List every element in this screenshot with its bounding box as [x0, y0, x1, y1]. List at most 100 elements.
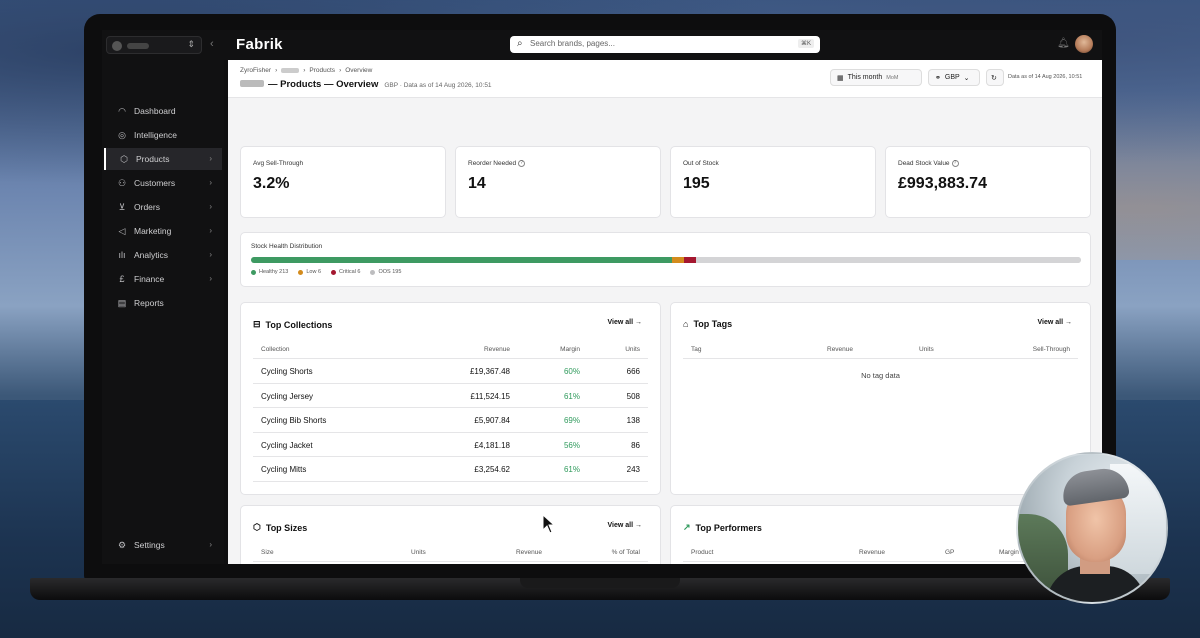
table-cell: 243 [626, 465, 640, 475]
table-cell: 60% [563, 367, 580, 376]
sidebar-item-label: Customers [134, 178, 176, 188]
top-collections-view-all[interactable]: View all → [608, 319, 643, 326]
table-row[interactable]: Black / M164£4,567.878% [253, 562, 648, 564]
topbar: ⇕ ‹ Fabrik ⌕ Search brands, pages... ⌘K … [102, 30, 1102, 60]
table-cell: Cycling Shorts [261, 367, 313, 376]
kpi-label: Reorder Needed? [468, 160, 526, 167]
collapse-sidebar-icon[interactable]: ‹ [210, 38, 214, 50]
tag-icon: ⌂ [683, 319, 689, 329]
kpi-value: 3.2% [253, 175, 290, 192]
chevron-right-icon: › [209, 154, 212, 163]
kpi-label: Out of Stock [683, 160, 719, 167]
box-icon: ⬡ [253, 522, 261, 532]
avatar[interactable] [1075, 35, 1093, 53]
legend-item: Healthy 213 [251, 269, 288, 275]
info-icon[interactable]: ? [951, 160, 959, 167]
breadcrumb-brand-blurred[interactable] [281, 68, 300, 73]
table-cell: 69% [563, 416, 580, 426]
table-cell: 666 [626, 367, 640, 376]
stock-health-segment [671, 257, 684, 263]
legend-item: Critical 6 [331, 269, 360, 275]
calendar-icon: ▦ [837, 74, 844, 82]
sidebar-item-analytics[interactable]: ılı Analytics › [104, 244, 222, 266]
table-cell: £11,524.15 [470, 391, 510, 401]
table-row[interactable]: Cycling Mitts £3,254.62 61% 243 [253, 457, 648, 482]
megaphone-icon: ◁ [118, 225, 126, 236]
breadcrumb-overview: Overview [345, 67, 373, 74]
workspace-switcher[interactable]: ⇕ [106, 36, 202, 54]
period-selector[interactable]: ▦ This month MoM [830, 69, 922, 86]
top-sizes-view-all[interactable]: View all → [608, 522, 643, 529]
stock-health-segment [251, 257, 672, 263]
sidebar-item-products[interactable]: ⬡ Products › [104, 148, 222, 170]
info-icon[interactable]: ? [518, 160, 526, 167]
table-cell: £4,181.18 [474, 440, 510, 450]
stock-health-card: Stock Health Distribution Healthy 213 Low… [240, 232, 1091, 287]
users-icon: ⚇ [117, 177, 127, 188]
sidebar-item-reports[interactable]: ▤ Reports [104, 292, 222, 314]
breadcrumb-products[interactable]: Products [309, 67, 335, 74]
top-performers-title: ↗ Top Performers [683, 522, 762, 533]
kpi-value: 14 [468, 175, 486, 192]
trending-up-icon: ↗ [683, 522, 691, 532]
sidebar-item-marketing[interactable]: ◁ Marketing › [104, 220, 222, 242]
intelligence-icon: ◎ [118, 129, 126, 140]
sidebar: ◠ Dashboard ◎ Intelligence ⬡ Products › ⚇ Custom… [102, 60, 224, 564]
sidebar-item-intelligence[interactable]: ◎ Intelligence [104, 124, 222, 146]
currency-selector[interactable]: ⚭ GBP ⌄ [928, 69, 980, 86]
sidebar-item-finance[interactable]: £ Finance › [104, 268, 222, 290]
sidebar-item-dashboard[interactable]: ◠ Dashboard [104, 100, 222, 122]
refresh-icon: ↻ [991, 74, 997, 82]
sidebar-item-orders[interactable]: ⊻ Orders › [104, 196, 222, 218]
top-tags-view-all[interactable]: View all → [1038, 319, 1073, 326]
sidebar-item-customers[interactable]: ⚇ Customers › [104, 172, 222, 194]
sidebar-item-label: Reports [134, 298, 164, 308]
table-row[interactable]: Cycling Bib Shorts £5,907.84 69% 138 [253, 408, 648, 433]
breadcrumb-workspace[interactable]: ZyroFisher [240, 67, 271, 74]
table-row[interactable]: Cycling Jersey £11,524.15 61% 508 [253, 384, 648, 409]
table-cell: 56% [563, 440, 580, 450]
pound-icon: £ [119, 274, 125, 284]
table-cell: £5,907.84 [474, 416, 510, 426]
search-input[interactable]: ⌕ Search brands, pages... ⌘K [510, 36, 820, 53]
refresh-button[interactable]: ↻ [986, 69, 1004, 86]
top-tags-header: Tag Revenue Units Sell-Through [683, 345, 1078, 359]
sidebar-item-label: Dashboard [134, 106, 176, 116]
period-compare: MoM [886, 74, 899, 81]
gear-icon: ⚙ [117, 539, 127, 550]
table-cell: Cycling Bib Shorts [261, 416, 327, 426]
search-icon: ⌕ [517, 38, 523, 49]
mouse-cursor-icon [542, 514, 556, 534]
bell-icon[interactable]: 🔔︎ [1057, 38, 1070, 49]
top-collections-card: ⊟ Top Collections View all → Collection … [240, 302, 661, 495]
table-row[interactable]: Cycling Jacket £4,181.18 56% 86 [253, 433, 648, 458]
table-cell: Cycling Jacket [261, 440, 313, 450]
stock-health-title: Stock Health Distribution [251, 243, 323, 250]
chevron-right-icon: › [209, 226, 212, 235]
table-cell: 61% [563, 391, 580, 401]
search-placeholder: Search brands, pages... [530, 39, 615, 48]
page-subtitle: GBP · Data as of 14 Aug 2026, 10:51 [384, 82, 492, 89]
page-header: ZyroFisher › › Products › Overview — Pro… [228, 60, 1102, 98]
top-tags-title: ⌂ Top Tags [683, 319, 733, 329]
chevron-right-icon: › [209, 540, 212, 549]
sidebar-item-settings[interactable]: ⚙ Settings › [104, 534, 222, 556]
kpi-value: £993,883.74 [898, 175, 987, 192]
laptop-notch [520, 578, 680, 588]
box-icon: ⬡ [120, 153, 128, 164]
stock-health-legend: Healthy 213 Low 6 Critical 6 OOS 195 [251, 269, 401, 275]
legend-item: Low 6 [298, 269, 321, 275]
legend-swatch [251, 269, 256, 275]
sidebar-item-label: Intelligence [134, 130, 178, 140]
webcam-overlay [1016, 452, 1168, 604]
kpi-label: Dead Stock Value? [898, 160, 959, 167]
chevron-right-icon: › [209, 250, 212, 259]
table-row[interactable]: Cycling Shorts £19,367.48 60% 666 [253, 359, 648, 384]
workspace-name-blurred [127, 43, 149, 49]
period-label: This month [847, 74, 883, 81]
top-sizes-card: ⬡ Top Sizes View all → Size Units Revenu… [240, 505, 661, 564]
legend-swatch [331, 269, 337, 275]
top-collections-title: ⊟ Top Collections [253, 319, 333, 330]
legend-item: OOS 195 [370, 269, 401, 275]
shopping-bag-icon: ⊟ [253, 319, 261, 329]
